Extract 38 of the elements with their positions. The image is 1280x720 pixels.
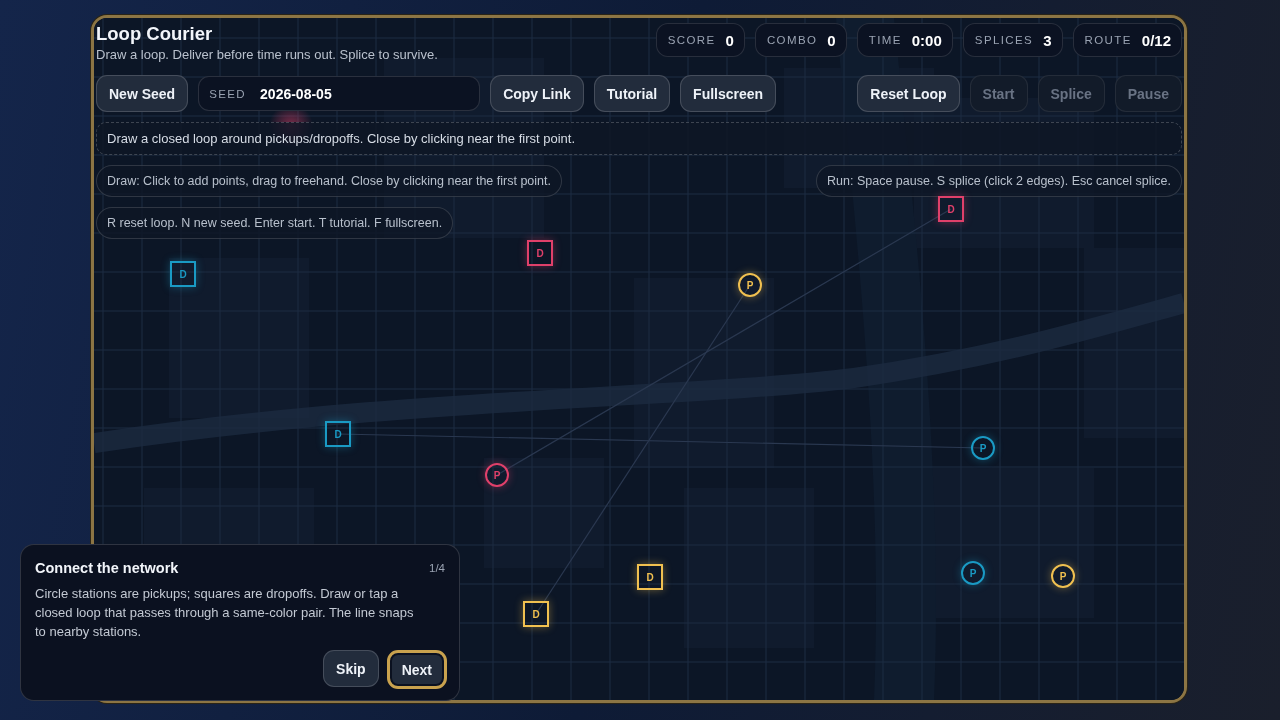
pickup-station: P <box>485 463 509 487</box>
stat-value: 0 <box>725 31 734 49</box>
pickup-station: P <box>738 273 762 297</box>
step-counter: 1/4 <box>429 562 445 574</box>
dialog-button[interactable]: Next <box>386 650 447 689</box>
shortcut-hint: Run: Space pause. S splice (click 2 edges). Esc cancel splice. <box>816 165 1182 197</box>
stat-label: COMBO <box>766 34 818 46</box>
stat-label: ROUTE <box>1084 34 1132 46</box>
stat-label: TIME <box>868 34 902 46</box>
pickup-station: P <box>1051 564 1075 588</box>
dropoff-station: D <box>938 196 964 222</box>
stat-value: 0 <box>827 31 836 49</box>
toolbar-button[interactable]: Tutorial <box>593 75 671 112</box>
dialog-button[interactable]: Skip <box>323 650 379 687</box>
stat-value: 0/12 <box>1141 31 1171 49</box>
dropoff-station: D <box>325 421 351 447</box>
toolbar-button[interactable]: Copy Link <box>490 75 584 112</box>
dropoff-station: D <box>527 240 553 266</box>
seed-field[interactable]: SEED 2026-08-05 <box>198 76 481 111</box>
pickup-station: P <box>961 561 985 585</box>
tutorial-title: Connect the network <box>35 560 179 576</box>
toolbar-button[interactable]: Fullscreen <box>680 75 777 112</box>
app-title: Loop Courier <box>96 23 214 45</box>
dropoff-station: D <box>523 601 549 627</box>
toolbar-button[interactable]: New Seed <box>96 75 189 112</box>
dropoff-station: D <box>637 564 663 590</box>
stat-label: SCORE <box>667 34 716 46</box>
instruction-banner: Draw a closed loop around pickups/dropoffs. Close by clicking near the first point. <box>96 122 1182 155</box>
tutorial-text: Circle stations are pickups; squares are dropoffs. Draw or tap a closed loop that passes through a same-color pair. The line snaps to nearby stations. <box>35 585 415 641</box>
stat-label: SPLICES <box>974 34 1034 46</box>
dropoff-station: D <box>170 261 196 287</box>
shortcut-hint: Draw: Click to add points, drag to freehand. Close by clicking near the first point. <box>96 165 562 197</box>
stat-value: 0:00 <box>911 31 942 49</box>
stat-value: 3 <box>1043 31 1052 49</box>
toolbar-button[interactable]: Reset Loop <box>857 75 960 112</box>
pickup-station: P <box>971 436 995 460</box>
shortcut-hint: R reset loop. N new seed. Enter start. T tutorial. F fullscreen. <box>96 207 454 239</box>
app-subtitle: Draw a loop. Deliver before time runs out. Splice to survive. <box>96 47 438 62</box>
